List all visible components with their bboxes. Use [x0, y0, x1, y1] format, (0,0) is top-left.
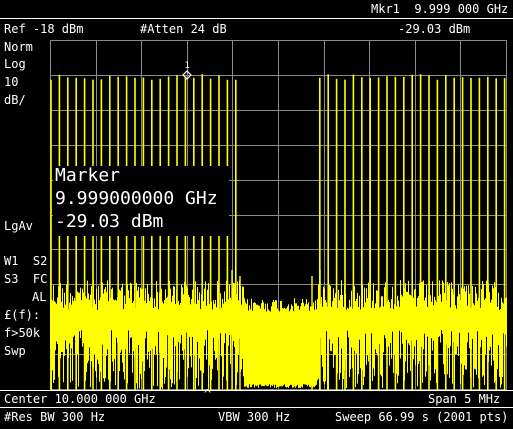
- freq-function-value: f>50k: [4, 326, 41, 340]
- trace-status-row3: AL: [32, 290, 47, 304]
- video-bandwidth: VBW 300 Hz: [218, 410, 291, 424]
- attenuation: #Atten 24 dB: [140, 22, 227, 36]
- header-divider: [0, 18, 513, 19]
- detector-mode: Norm: [4, 40, 33, 54]
- marker-amplitude: -29.03 dBm: [55, 211, 164, 232]
- marker-readout-header: Mkr1 9.999 000 GHz: [371, 2, 509, 16]
- scale-value: 10: [4, 75, 19, 89]
- marker-frequency: 9.999000000 GHz: [55, 188, 218, 209]
- scale-type: Log: [4, 57, 26, 71]
- trace-status-row1: W1 S2: [4, 254, 48, 268]
- freq-function-label: £(f):: [4, 308, 41, 322]
- marker-readout-box: Marker 9.999000000 GHz -29.03 dBm: [53, 166, 229, 236]
- center-frequency: Center 10.000 000 GHz: [4, 392, 156, 406]
- sweep-time: Sweep 66.99 s (2001 pts): [335, 410, 509, 424]
- span: Span 5 MHz: [428, 392, 501, 406]
- center-caret: ^: [204, 387, 212, 401]
- marker-amplitude-header: -29.03 dBm: [398, 22, 471, 36]
- trace-status-row2: S3 FC: [4, 272, 48, 286]
- footer-divider: [0, 390, 513, 391]
- marker-title: Marker: [55, 165, 121, 186]
- sweep-mode: Swp: [4, 344, 26, 358]
- scale-unit: dB/: [4, 93, 26, 107]
- ref-level: Ref -18 dBm: [4, 22, 84, 36]
- resolution-bandwidth: #Res BW 300 Hz: [4, 410, 106, 424]
- marker-number: 1: [185, 61, 190, 71]
- average-type: LgAv: [4, 219, 33, 233]
- footer-divider-2: [0, 407, 513, 408]
